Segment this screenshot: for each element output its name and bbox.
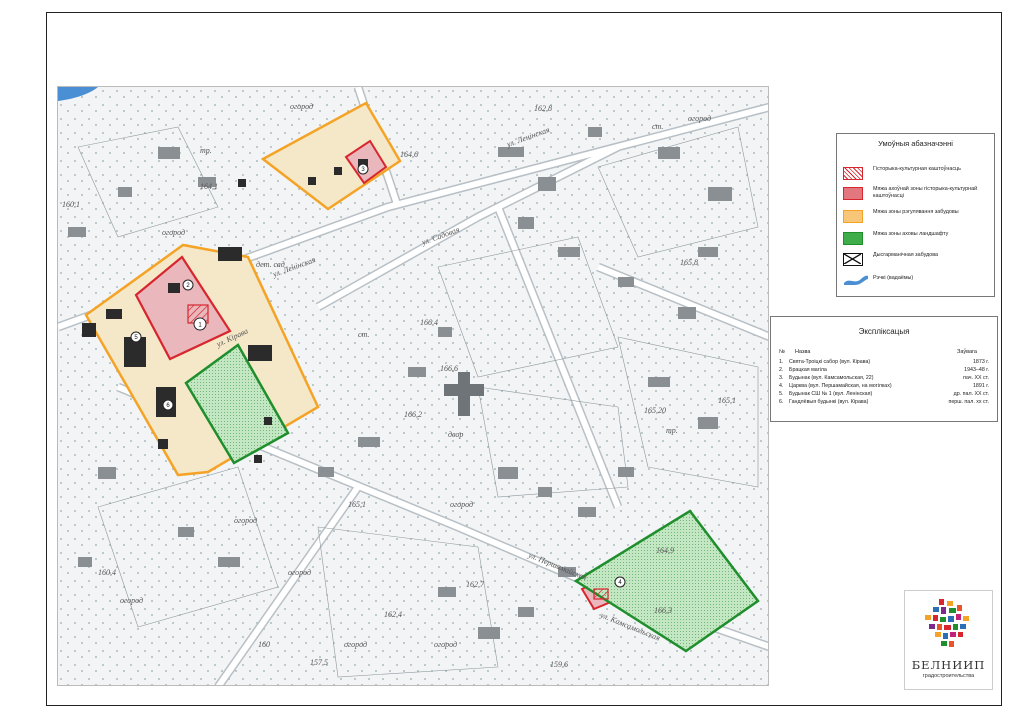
place-label: тр. — [200, 146, 212, 155]
elevation-label: 165,20 — [644, 406, 666, 415]
row-note: 1891 г. — [972, 383, 989, 389]
elevation-label: 160,1 — [62, 200, 80, 209]
explication-table: Экспліксацыя № Назва Заўвага 1. Свята-Тр… — [770, 316, 998, 422]
river-icon — [843, 273, 868, 286]
row-name: Свята-Троіцкі сабор (вул. Кірава) — [789, 359, 871, 365]
row-note: 1873 г. — [972, 359, 989, 365]
logo-mosaic-icon — [925, 599, 969, 647]
column-header-note: Заўвага — [957, 349, 977, 355]
landscape-swatch — [843, 232, 863, 245]
place-label: огород — [290, 102, 313, 111]
logo-name: БЕЛНИИП — [911, 658, 986, 672]
place-label: ст. — [358, 330, 369, 339]
elevation-label: 164,9 — [656, 546, 674, 555]
row-name: Царква (вул. Першамайская, на могілках) — [789, 383, 892, 389]
row-name: Будынак СШ № 1 (вул. Ленінская) — [789, 391, 873, 397]
legend-item-disharmonic: Дысгарманічная забудова — [843, 251, 993, 271]
place-label: ст. — [652, 122, 663, 131]
regulation-swatch — [843, 210, 863, 223]
row-no: 6. — [779, 399, 784, 405]
place-label: огород — [234, 516, 257, 525]
legend-item-landscape: Мяжа зоны аховы ландшафту — [843, 230, 993, 250]
legend-item-label: Мяжа ахоўнай зоны гісторыка-культурнай к… — [873, 186, 978, 199]
legend-item-label: Мяжа зоны рэгулявання забудовы — [873, 209, 959, 215]
row-no: 3. — [779, 375, 784, 381]
elevation-label: 165,1 — [348, 500, 366, 509]
place-label: огород — [162, 228, 185, 237]
row-no: 4. — [779, 383, 784, 389]
row-no: 1. — [779, 359, 784, 365]
legend-item-protection: Мяжа ахоўнай зоны гісторыка-культурнай к… — [843, 185, 993, 205]
elevation-label: 160 — [258, 640, 270, 649]
heritage-object-4[interactable] — [593, 588, 609, 600]
place-label: огород — [688, 114, 711, 123]
map-sheet: 1 2 3 4 5 6 ул. Ленінская ул. Садовая ул… — [0, 0, 1016, 718]
elevation-label: 166,4 — [420, 318, 438, 327]
place-label: огород — [434, 640, 457, 649]
legend-item-label: Гісторыка-культурная каштоўнасць — [873, 166, 961, 172]
table-row: 1. Свята-Троіцкі сабор (вул. Кірава) 187… — [779, 359, 993, 367]
row-note: др. пал. ХХ ст. — [953, 391, 989, 397]
elevation-label: 160,4 — [98, 568, 116, 577]
belniip-logo: БЕЛНИИП градостроительства — [904, 590, 993, 690]
column-header-no: № — [779, 349, 785, 355]
protection-swatch — [843, 187, 863, 200]
elevation-label: 162,8 — [534, 104, 552, 113]
legend-item-regulation: Мяжа зоны рэгулявання забудовы — [843, 208, 993, 228]
place-label: огород — [344, 640, 367, 649]
table-row: 3. Будынак (вул. Камсамольская, 22) пач.… — [779, 375, 993, 383]
column-header-name: Назва — [795, 349, 811, 355]
elevation-label: 165,1 — [718, 396, 736, 405]
legend-item-label: Рэчкі (вадаёмы) — [873, 275, 914, 281]
table-row: 4. Царква (вул. Першамайская, на могілка… — [779, 383, 993, 391]
place-label: огород — [120, 596, 143, 605]
table-row: 5. Будынак СШ № 1 (вул. Ленінская) др. п… — [779, 391, 993, 399]
place-label: тр. — [666, 426, 678, 435]
row-name: Брацкая магіла — [789, 367, 827, 373]
disharmonic-icon — [843, 253, 863, 266]
elevation-label: 164,1 — [200, 182, 218, 191]
elevation-label: 162,7 — [466, 580, 485, 589]
row-note: пач. ХХ ст. — [963, 375, 989, 381]
elevation-label: 162,4 — [384, 610, 402, 619]
logo-subtitle: градостроительства — [922, 673, 975, 679]
row-note: перш. пал. хх ст. — [948, 399, 989, 405]
elevation-label: 159,6 — [550, 660, 568, 669]
place-label: двор — [448, 430, 463, 439]
row-no: 2. — [779, 367, 784, 373]
heritage-swatch — [843, 167, 863, 180]
elevation-label: 166,3 — [654, 606, 672, 615]
legend-item-label: Дысгарманічная забудова — [873, 252, 939, 258]
row-name: Будынак (вул. Камсамольская, 22) — [789, 375, 874, 381]
row-no: 5. — [779, 391, 784, 397]
table-row: 2. Брацкая магіла 1943–48 г. — [779, 367, 993, 375]
legend-item-river: Рэчкі (вадаёмы) — [843, 271, 993, 291]
elevation-label: 157,5 — [310, 658, 328, 667]
place-label: огород — [450, 500, 473, 509]
elevation-label: 166,6 — [440, 364, 458, 373]
table-row: 6. Гандлёвыя будынкі (вул. Кірава) перш.… — [779, 399, 993, 407]
place-label: огород — [288, 568, 311, 577]
row-name: Гандлёвыя будынкі (вул. Кірава) — [789, 399, 869, 405]
explication-title: Экспліксацыя — [858, 327, 910, 336]
city-map[interactable]: 1 2 3 4 5 6 ул. Ленінская ул. Садовая ул… — [57, 86, 769, 686]
elevation-label: 165,8 — [680, 258, 698, 267]
elevation-label: 164,6 — [400, 150, 418, 159]
row-note: 1943–48 г. — [964, 367, 989, 373]
place-label: дет. сад — [256, 260, 285, 269]
legend-item-label: Мяжа зоны аховы ландшафту — [873, 231, 949, 237]
legend-item-heritage: Гісторыка-культурная каштоўнасць — [843, 165, 993, 185]
map-canvas: 1 2 3 4 5 6 ул. Ленінская ул. Садовая ул… — [58, 87, 768, 685]
elevation-label: 166,2 — [404, 410, 422, 419]
legend-title: Умоўныя абазначэнні — [878, 139, 953, 148]
map-legend: Умоўныя абазначэнні Гісторыка-культурная… — [836, 133, 995, 297]
